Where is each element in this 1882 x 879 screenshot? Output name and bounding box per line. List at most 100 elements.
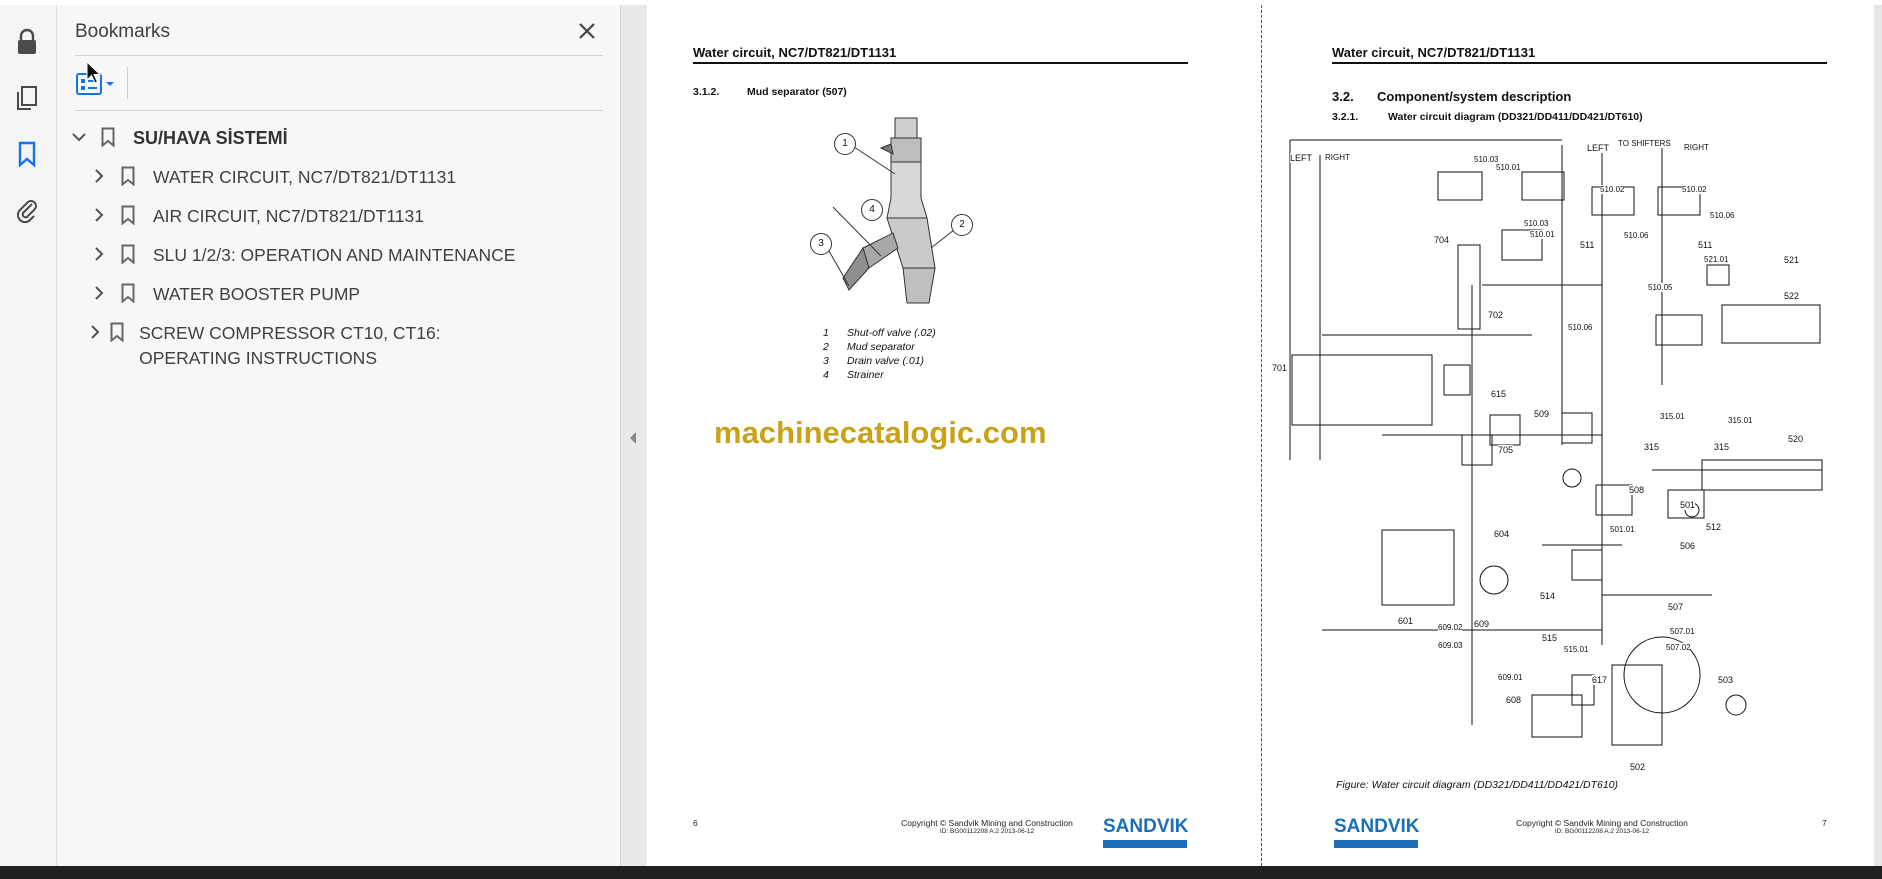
bookmark-flag-icon	[118, 204, 138, 226]
page-number: 7	[1822, 818, 1827, 828]
diagram-label: 520	[1788, 434, 1804, 444]
tool-rail	[0, 5, 57, 866]
diagram-label: 503	[1718, 675, 1734, 685]
panel-title: Bookmarks	[75, 21, 171, 42]
callout-1: 1	[834, 133, 856, 155]
diagram-label: 608	[1506, 695, 1522, 705]
divider	[75, 110, 603, 111]
document-page-6: Water circuit, NC7/DT821/DT1131 3.1.2. M…	[647, 5, 1261, 866]
diagram-label: 510.05	[1648, 283, 1673, 292]
legend-text: Mud separator	[847, 341, 915, 353]
bookmarks-panel: Bookmarks SU/HAVA SİSTEMİ WATER CIRCUIT,…	[57, 5, 621, 866]
diagram-label: 511	[1580, 240, 1595, 250]
diagram-line	[1562, 468, 1582, 488]
diagram-line	[1531, 694, 1583, 738]
diagram-label: 510.01	[1496, 163, 1521, 172]
diagram-label: 315.01	[1660, 412, 1685, 421]
page-header: Water circuit, NC7/DT821/DT1131	[693, 45, 897, 60]
callout-3: 3	[810, 233, 832, 255]
diagram-label: 511	[1698, 240, 1713, 250]
diagram-line	[1443, 364, 1471, 396]
diagram-label: 521	[1784, 255, 1800, 265]
bookmark-flag-icon	[118, 243, 138, 265]
bookmark-item-screw-compressor[interactable]: SCREW COMPRESSOR CT10, CT16: OPERATING I…	[88, 321, 488, 371]
bookmark-item-air-circuit[interactable]: AIR CIRCUIT, NC7/DT821/DT1131	[88, 204, 424, 229]
bookmark-flag-icon	[118, 282, 138, 304]
document-page-7: Water circuit, NC7/DT821/DT1131 3.2. Com…	[1262, 5, 1874, 866]
sandvik-logo: SANDVIK	[1334, 814, 1420, 848]
diagram-label: 510.03	[1524, 219, 1549, 228]
copyright-text: Copyright © Sandvik Mining and Construct…	[1516, 818, 1688, 828]
bookmark-item-water-booster[interactable]: WATER BOOSTER PUMP	[88, 282, 360, 307]
legend-text: Drain valve (.01)	[847, 355, 925, 367]
chevron-right-icon[interactable]	[88, 282, 110, 304]
diagram-label: 315	[1714, 442, 1730, 452]
diagram-label: 615	[1491, 389, 1507, 399]
diagram-line	[1655, 314, 1703, 346]
chevron-right-icon[interactable]	[88, 321, 102, 343]
lock-icon[interactable]	[12, 27, 42, 57]
bookmark-icon[interactable]	[12, 139, 42, 169]
collapse-panel-icon[interactable]	[627, 430, 639, 446]
diagram-label: 510.06	[1568, 323, 1593, 332]
panel-splitter[interactable]	[621, 5, 645, 866]
chevron-down-icon	[106, 82, 114, 86]
chevron-down-icon[interactable]	[68, 126, 90, 148]
diagram-line	[1479, 565, 1509, 595]
callout-4: 4	[861, 199, 883, 221]
bookmark-item-root[interactable]: SU/HAVA SİSTEMİ	[68, 126, 288, 151]
diagram-label: 604	[1494, 529, 1510, 539]
diagram-label: 522	[1784, 291, 1800, 301]
attachment-icon[interactable]	[12, 195, 42, 225]
diagram-label: 510.06	[1624, 231, 1649, 240]
chevron-right-icon[interactable]	[88, 243, 110, 265]
acrobat-window: Bookmarks SU/HAVA SİSTEMİ WATER CIRCUIT,…	[0, 0, 1882, 866]
header-rule	[693, 62, 1188, 64]
section-title: Mud separator (507)	[747, 86, 847, 98]
diagram-label: 521.01	[1704, 255, 1729, 264]
vertical-scrollbar[interactable]	[1874, 5, 1882, 866]
bookmark-label: SU/HAVA SİSTEMİ	[133, 128, 288, 148]
diagram-label: LEFT	[1290, 153, 1313, 163]
legend-num: 4	[823, 369, 829, 381]
section-number: 3.1.2.	[693, 86, 720, 98]
diagram-line	[1571, 549, 1603, 581]
diagram-line	[1706, 264, 1730, 286]
diagram-line	[1381, 529, 1455, 606]
diagram-label: RIGHT	[1325, 153, 1350, 162]
diagram-line	[1725, 694, 1747, 716]
diagram-label: 315	[1644, 442, 1660, 452]
diagram-label: 609.03	[1438, 641, 1463, 650]
diagram-line	[1489, 414, 1521, 446]
water-circuit-diagram	[1289, 139, 1823, 746]
chevron-right-icon[interactable]	[88, 165, 110, 187]
page-number: 6	[693, 818, 698, 828]
figure-caption: Figure: Water circuit diagram (DD321/DD4…	[1336, 779, 1619, 791]
pages-icon[interactable]	[12, 83, 42, 113]
diagram-label: 510.06	[1710, 211, 1735, 220]
bookmark-flag-icon	[110, 321, 124, 343]
diagram-label: 315.01	[1728, 416, 1753, 425]
document-id: ID: BG00112208 A.2 2013-06-12	[1554, 828, 1650, 835]
diagram-label: 510.02	[1682, 185, 1707, 194]
diagram-label: RIGHT	[1684, 143, 1709, 152]
bookmark-label: SCREW COMPRESSOR CT10, CT16: OPERATING I…	[139, 323, 441, 368]
diagram-label: 510.03	[1474, 155, 1499, 164]
copyright-text: Copyright © Sandvik Mining and Construct…	[901, 818, 1073, 828]
diagram-label: 704	[1434, 235, 1450, 245]
diagram-line	[1561, 412, 1593, 444]
bookmark-item-water-circuit[interactable]: WATER CIRCUIT, NC7/DT821/DT1131	[88, 165, 456, 190]
diagram-label: 507	[1668, 602, 1684, 612]
bookmark-item-slu[interactable]: SLU 1/2/3: OPERATION AND MAINTENANCE	[88, 243, 515, 268]
toolbar-separator	[127, 67, 128, 99]
close-icon[interactable]	[573, 17, 601, 45]
diagram-line	[1291, 354, 1433, 426]
legend-num: 1	[823, 327, 829, 339]
legend-num: 3	[823, 355, 829, 367]
diagram-line	[1571, 674, 1595, 706]
chevron-right-icon[interactable]	[88, 204, 110, 226]
diagram-label: LEFT	[1587, 143, 1610, 153]
diagram-line	[1721, 304, 1821, 344]
diagram-label: 512	[1706, 522, 1722, 532]
diagram-line	[1457, 244, 1481, 330]
